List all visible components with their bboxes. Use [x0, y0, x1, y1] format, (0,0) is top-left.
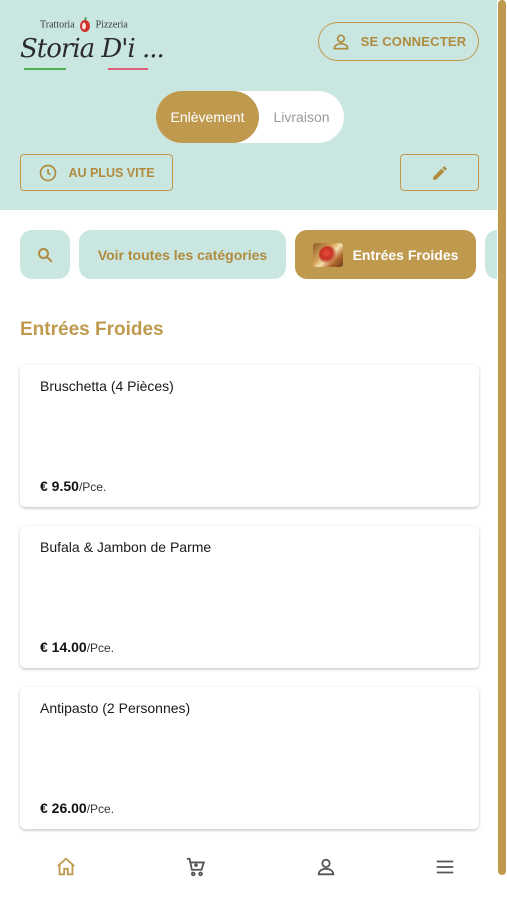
pencil-icon [432, 165, 447, 180]
mode-delivery-option[interactable]: Livraison [259, 91, 344, 143]
scrollbar-thumb[interactable] [498, 0, 506, 875]
nav-home[interactable] [54, 855, 78, 879]
category-active-chip[interactable]: Entrées Froides [295, 230, 476, 279]
home-icon [57, 857, 75, 876]
brand-logo[interactable]: Trattoria Pizzeria Storia D'i ... [20, 10, 170, 76]
logo-pizzeria: Pizzeria [95, 19, 128, 31]
product-name: Bruschetta (4 Pièces) [40, 378, 174, 394]
bottom-nav [0, 838, 497, 900]
category-active-label: Entrées Froides [352, 246, 459, 263]
cart-icon [186, 857, 206, 877]
price-unit: /Pce. [78, 480, 107, 494]
product-name: Antipasto (2 Personnes) [40, 700, 191, 716]
price-value: € 14.00 [40, 639, 87, 655]
logo-red-line [108, 68, 148, 70]
logo-top-text: Trattoria Pizzeria [40, 17, 128, 33]
nav-cart[interactable] [184, 855, 208, 879]
product-card[interactable]: Bruschetta (4 Pièces) € 9.50/Pce. [20, 365, 479, 507]
clock-icon [40, 164, 57, 181]
category-all-chip[interactable]: Voir toutes les catégories [79, 230, 286, 279]
menu-icon [436, 860, 454, 874]
search-icon [38, 247, 53, 262]
price-value: € 9.50 [40, 478, 79, 494]
category-bar: Voir toutes les catégories Entrées Froid… [0, 230, 507, 279]
pepper-icon [80, 17, 91, 32]
product-name: Bufala & Jambon de Parme [40, 539, 212, 555]
logo-green-line [24, 68, 66, 70]
price-unit: /Pce. [86, 802, 115, 816]
section-title: Entrées Froides [20, 319, 164, 340]
product-card[interactable]: Bufala & Jambon de Parme € 14.00/Pce. [20, 526, 479, 668]
login-label: SE CONNECTER [360, 34, 467, 49]
product-price: € 26.00/Pce. [40, 800, 114, 816]
category-search-button[interactable] [20, 230, 70, 279]
user-icon [333, 34, 349, 49]
price-value: € 26.00 [40, 800, 87, 816]
product-price: € 9.50/Pce. [40, 478, 106, 494]
product-price: € 14.00/Pce. [40, 639, 114, 655]
category-thumbnail [312, 242, 343, 267]
order-mode-toggle: Enlèvement Livraison [156, 91, 344, 143]
product-card[interactable]: Antipasto (2 Personnes) € 26.00/Pce. [20, 687, 479, 829]
pickup-time-button[interactable]: AU PLUS VITE [20, 154, 173, 191]
mode-pickup-option[interactable]: Enlèvement [156, 91, 259, 143]
login-button[interactable]: SE CONNECTER [318, 22, 479, 61]
price-unit: /Pce. [86, 641, 115, 655]
user-icon [317, 858, 335, 876]
nav-menu[interactable] [433, 855, 457, 879]
nav-account[interactable] [314, 855, 338, 879]
edit-button[interactable] [400, 154, 479, 191]
header: Trattoria Pizzeria Storia D'i ... SE CON… [0, 0, 507, 210]
logo-script-name: Storia D'i ... [20, 34, 165, 64]
pickup-time-label: AU PLUS VITE [68, 165, 155, 180]
logo-trattoria: Trattoria [40, 19, 75, 31]
